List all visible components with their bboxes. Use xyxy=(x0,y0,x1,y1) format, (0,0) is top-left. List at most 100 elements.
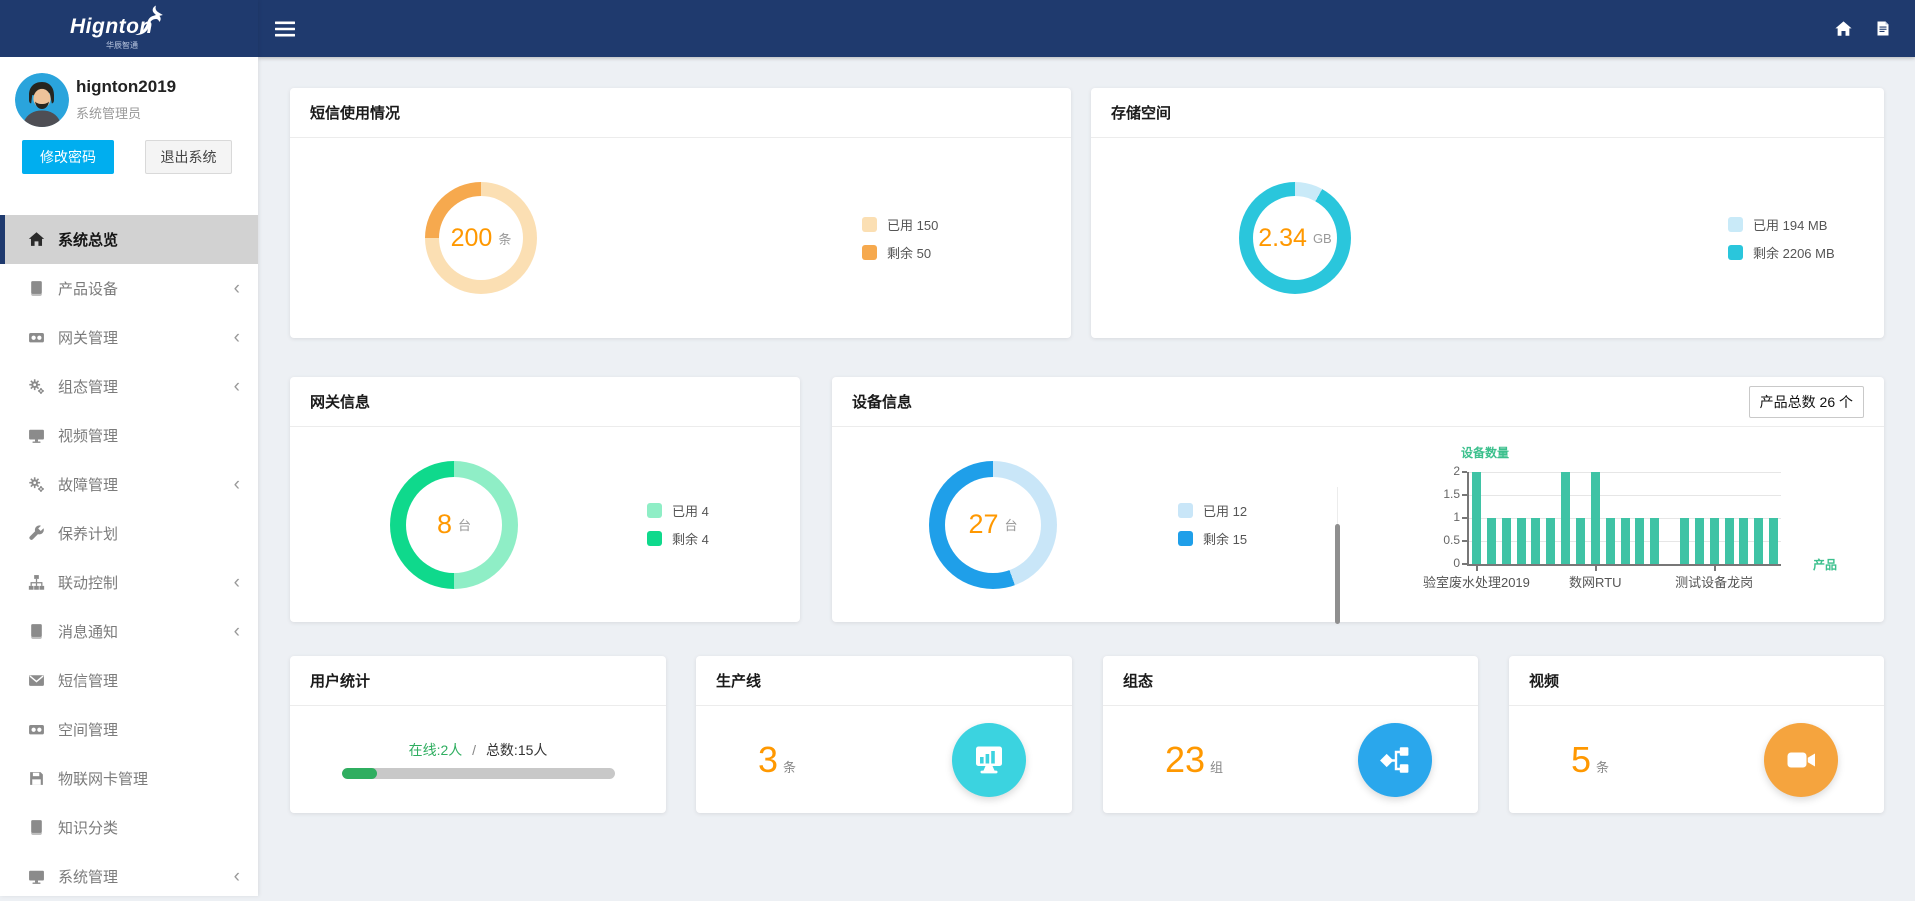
sidebar-item-label: 短信管理 xyxy=(58,670,118,691)
gateway-total-value: 8 xyxy=(437,509,452,540)
diagram-icon xyxy=(1358,723,1432,797)
sidebar-item-label: 物联网卡管理 xyxy=(58,768,148,789)
bar xyxy=(1710,518,1719,564)
device-total-value: 27 xyxy=(968,509,998,540)
legend-swatch xyxy=(647,503,662,518)
sidebar-item-联动控制[interactable]: 联动控制 ‹ xyxy=(0,558,258,607)
sidebar-item-label: 组态管理 xyxy=(58,376,118,397)
sidebar-item-空间管理[interactable]: 空间管理 xyxy=(0,705,258,754)
legend-item: 已用 194 MB xyxy=(1728,215,1835,234)
username: hignton2019 xyxy=(76,77,176,97)
device-legend: 已用 12剩余 15 xyxy=(1178,501,1247,548)
card-title: 生产线 xyxy=(696,656,1072,706)
legend-swatch xyxy=(862,245,877,260)
sidebar-item-组态管理[interactable]: 组态管理‹ xyxy=(0,362,258,411)
chevron-left-icon: ‹ xyxy=(234,866,240,888)
storage-card: 存储空间 2.34GB 已用 194 MB剩余 2206 MB xyxy=(1091,88,1884,338)
production-count: 3 xyxy=(758,739,778,781)
sidebar-item-网关管理[interactable]: 网关管理 ‹ xyxy=(0,313,258,362)
bar-chart-xtick-label: 测试设备龙岗 xyxy=(1675,572,1753,591)
bar xyxy=(1472,472,1481,564)
storage-donut-chart: 2.34GB xyxy=(1239,182,1351,294)
home-icon xyxy=(28,231,45,248)
legend-item: 剩余 2206 MB xyxy=(1728,243,1835,262)
sidebar-item-知识分类[interactable]: 知识分类 xyxy=(0,803,258,852)
sidebar-item-物联网卡管理[interactable]: 物联网卡管理 xyxy=(0,754,258,803)
bar xyxy=(1769,518,1778,564)
sidebar-item-产品设备[interactable]: 产品设备‹ xyxy=(0,264,258,313)
sidebar-item-系统管理[interactable]: 系统管理 ‹ xyxy=(0,852,258,901)
legend-item: 已用 4 xyxy=(647,501,709,520)
config-count: 23 xyxy=(1165,739,1205,781)
bar xyxy=(1680,518,1689,564)
legend-item: 剩余 50 xyxy=(862,243,938,262)
sidebar-item-短信管理[interactable]: 短信管理 xyxy=(0,656,258,705)
storage-legend: 已用 194 MB 剩余 2206 MB xyxy=(1728,215,1835,262)
sidebar-item-系统总览[interactable]: 系统总览 xyxy=(0,215,258,264)
card-title: 短信使用情况 xyxy=(290,88,1071,138)
sidebar-item-视频管理[interactable]: 视频管理 xyxy=(0,411,258,460)
sidebar-item-label: 联动控制 xyxy=(58,572,118,593)
sidebar-menu: 系统总览产品设备‹网关管理‹组态管理‹视频管理故障管理‹保养计划联动控制‹消息通… xyxy=(0,215,258,901)
bar-chart-xtick-label: 验室废水处理2019 xyxy=(1423,572,1530,591)
online-stats-text: 在线:2人 / 总数:15人 xyxy=(409,740,548,760)
sidebar-item-故障管理[interactable]: 故障管理‹ xyxy=(0,460,258,509)
chevron-left-icon: ‹ xyxy=(234,572,240,594)
bar-chart-ylabel: 设备数量 xyxy=(1461,444,1509,461)
gears-icon xyxy=(28,378,45,395)
device-panel-scrollbar[interactable] xyxy=(1335,524,1340,624)
monitor-icon xyxy=(28,868,45,885)
sidebar-item-保养计划[interactable]: 保养计划 xyxy=(0,509,258,558)
chevron-left-icon: ‹ xyxy=(234,621,240,643)
video-count: 5 xyxy=(1571,739,1591,781)
monitor-chart-icon xyxy=(952,723,1026,797)
brand-name: Hignton xyxy=(70,15,153,39)
bar xyxy=(1531,518,1540,564)
document-icon[interactable] xyxy=(1875,20,1891,37)
chevron-left-icon: ‹ xyxy=(234,327,240,349)
legend-item: 已用 150 xyxy=(862,215,938,234)
home-icon[interactable] xyxy=(1834,20,1853,38)
avatar[interactable] xyxy=(15,73,69,127)
monitor-icon xyxy=(28,427,45,444)
logout-button[interactable]: 退出系统 xyxy=(145,140,232,174)
brand-subtitle: 华辰智通 xyxy=(106,40,138,51)
legend-swatch xyxy=(1178,503,1193,518)
gateway-legend: 已用 4 剩余 4 xyxy=(647,501,709,548)
gateway-donut-chart: 8台 xyxy=(390,461,518,589)
bar xyxy=(1739,518,1748,564)
sidebar-item-label: 故障管理 xyxy=(58,474,118,495)
hamburger-menu-icon[interactable] xyxy=(275,21,295,37)
floppy-icon xyxy=(28,770,45,787)
logo: Hignton 华辰智通 xyxy=(0,0,258,57)
video-card: 视频 5 条 xyxy=(1509,656,1884,813)
card-title: 设备信息 xyxy=(852,391,912,412)
legend-item: 剩余 4 xyxy=(647,529,709,548)
sidebar-item-label: 网关管理 xyxy=(58,327,118,348)
envelope-icon xyxy=(28,672,45,689)
bar xyxy=(1695,518,1704,564)
bar-chart-xlabel: 产品 xyxy=(1813,556,1837,573)
sidebar-item-label: 空间管理 xyxy=(58,719,118,740)
bar-chart-xtick-label: 数网RTU xyxy=(1569,572,1621,591)
sidebar-item-消息通知[interactable]: 消息通知 ‹ xyxy=(0,607,258,656)
change-password-button[interactable]: 修改密码 xyxy=(22,140,114,174)
storage-total-value: 2.34 xyxy=(1258,224,1307,253)
legend-swatch xyxy=(647,531,662,546)
sidebar-item-label: 系统管理 xyxy=(58,866,118,887)
sidebar-item-label: 视频管理 xyxy=(58,425,118,446)
card-title: 用户统计 xyxy=(290,656,666,706)
book-icon xyxy=(28,623,45,640)
video-camera-icon xyxy=(1764,723,1838,797)
bar xyxy=(1546,518,1555,564)
sidebar-item-label: 产品设备 xyxy=(58,278,118,299)
sidebar-item-label: 保养计划 xyxy=(58,523,118,544)
topbar xyxy=(258,0,1915,57)
sidebar-item-label: 消息通知 xyxy=(58,621,118,642)
book-icon xyxy=(28,280,45,297)
legend-swatch xyxy=(862,217,877,232)
bar xyxy=(1621,518,1630,564)
progress-fill xyxy=(342,768,377,779)
product-total-badge[interactable]: 产品总数 26 个 xyxy=(1749,386,1864,418)
sitemap-icon xyxy=(28,574,45,591)
